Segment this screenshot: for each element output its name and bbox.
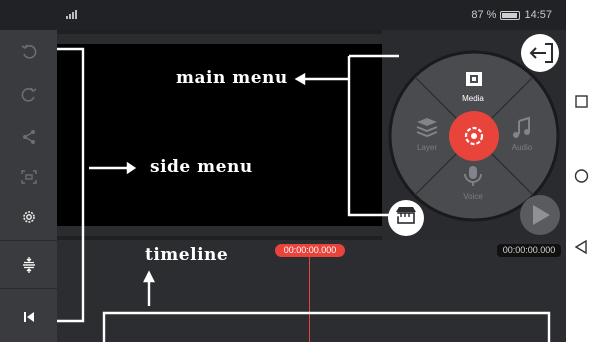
playhead[interactable] <box>309 257 310 342</box>
annotation-main-menu: main menu <box>176 68 288 88</box>
skip-to-start-button[interactable] <box>0 298 57 336</box>
clock: 14:57 <box>524 9 552 21</box>
settings-button[interactable] <box>0 198 57 236</box>
preview-bottom-strip <box>57 226 382 236</box>
battery-percent: 87 % <box>471 9 497 21</box>
main-menu-item-media[interactable]: Media <box>448 94 498 103</box>
redo-button[interactable] <box>0 76 57 114</box>
main-menu-item-audio[interactable]: Audio <box>497 143 547 152</box>
status-right: 87 % 14:57 <box>471 9 552 21</box>
settings-icon <box>22 211 35 223</box>
annotation-timeline: timeline <box>145 245 229 265</box>
android-nav-bar <box>566 0 596 342</box>
main-menu-panel <box>382 30 566 240</box>
timeline-expand-button[interactable] <box>0 246 57 284</box>
share-icon <box>22 130 35 144</box>
side-divider <box>0 288 57 289</box>
side-divider <box>0 240 57 241</box>
main-menu-item-voice[interactable]: Voice <box>448 192 498 201</box>
annotation-side-menu: side menu <box>150 157 253 177</box>
preview-top-strip <box>57 34 382 44</box>
battery-icon <box>500 10 521 20</box>
home-icon[interactable] <box>574 169 589 183</box>
skip-to-start-icon <box>23 312 34 322</box>
timeline-expand-icon <box>22 257 35 273</box>
current-timecode: 00:00:00.000 <box>275 244 345 257</box>
status-bar: 87 % 14:57 <box>0 0 566 30</box>
total-timecode: 00:00:00.000 <box>497 244 561 257</box>
undo-icon <box>21 44 36 59</box>
signal-icon <box>66 9 80 19</box>
recent-apps-icon[interactable] <box>575 95 588 108</box>
undo-button[interactable] <box>0 33 57 71</box>
side-menu <box>0 30 57 342</box>
app-screen: 87 % 14:57 00:00:00.000 00:00:00.000 <box>0 0 566 342</box>
share-button[interactable] <box>0 118 57 156</box>
main-menu-item-layer[interactable]: Layer <box>402 143 452 152</box>
capture-button[interactable] <box>0 158 57 196</box>
capture-icon <box>20 170 37 184</box>
redo-icon <box>21 87 36 102</box>
back-icon[interactable] <box>574 239 587 255</box>
